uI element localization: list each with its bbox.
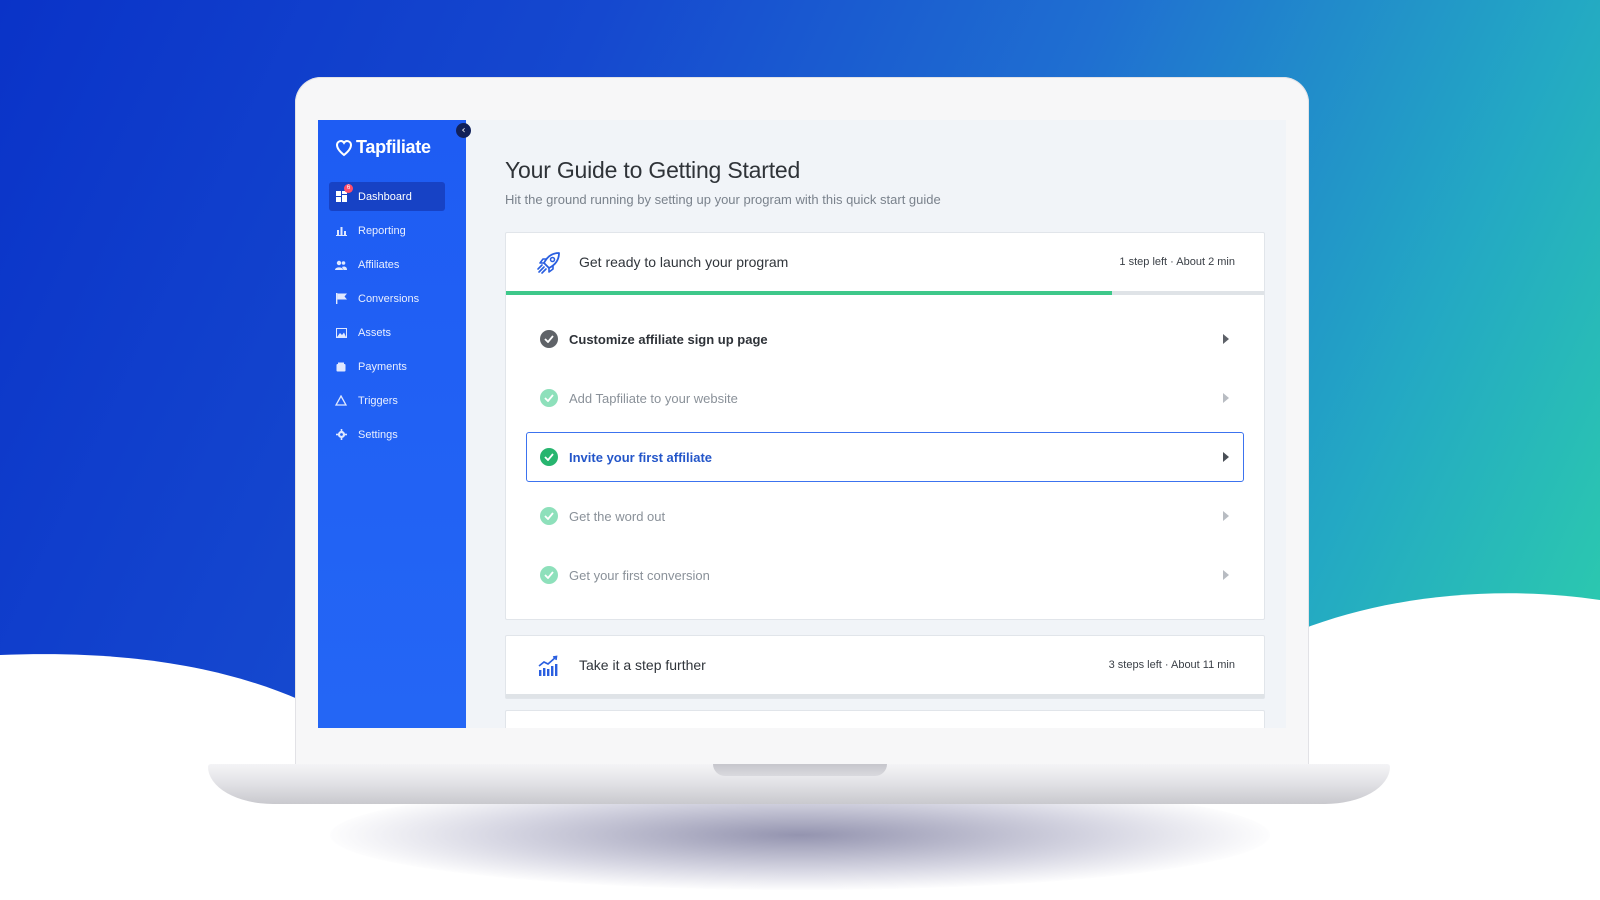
step-label: Add Tapfiliate to your website	[569, 390, 738, 406]
card-title: Take it a step further	[579, 657, 706, 673]
users-icon	[335, 259, 347, 271]
sidebar-item-label: Assets	[358, 326, 392, 339]
sidebar-item-label: Triggers	[358, 394, 398, 407]
sidebar-item-label: Affiliates	[358, 258, 400, 271]
bar-chart-icon	[335, 225, 347, 237]
card-header: Take it a step further 3 steps left · Ab…	[506, 636, 1264, 694]
sidebar-item-triggers[interactable]: Triggers	[329, 386, 445, 415]
tapfiliate-logo-icon	[335, 139, 353, 156]
app-logo[interactable]: Tapfiliate	[334, 137, 431, 158]
sidebar-item-label: Conversions	[358, 292, 420, 305]
wallet-icon	[335, 361, 347, 373]
chevron-right-icon	[1223, 393, 1229, 403]
step-add-to-website[interactable]: Add Tapfiliate to your website	[526, 373, 1244, 423]
next-section-card[interactable]	[505, 710, 1265, 728]
progress-bar	[506, 291, 1264, 295]
step-label: Customize affiliate sign up page	[569, 331, 768, 347]
rocket-icon	[536, 250, 562, 276]
check-circle-icon	[540, 330, 558, 348]
sidebar-item-affiliates[interactable]: Affiliates	[329, 250, 445, 279]
step-label: Get the word out	[569, 508, 666, 524]
progress-bar	[506, 694, 1264, 698]
chevron-right-icon	[1223, 511, 1229, 521]
logo-text: Tapfiliate	[356, 137, 431, 157]
sidebar-item-assets[interactable]: Assets	[329, 318, 445, 347]
chevron-right-icon	[1223, 334, 1229, 344]
card-meta: 1 step left · About 2 min	[1119, 256, 1235, 268]
sidebar-item-label: Payments	[358, 360, 407, 373]
page-subtitle: Hit the ground running by setting up you…	[505, 192, 941, 207]
sidebar-item-settings[interactable]: Settings	[329, 420, 445, 449]
chevron-right-icon	[1223, 570, 1229, 580]
sidebar-item-dashboard[interactable]: 6 Dashboard	[329, 182, 445, 211]
sidebar-nav: 6 Dashboard Reporting Affiliates Convers…	[329, 182, 445, 454]
image-icon	[335, 327, 347, 339]
sidebar-item-label: Settings	[358, 428, 398, 441]
card-meta: 3 steps left · About 11 min	[1108, 659, 1235, 671]
growth-chart-icon	[536, 653, 562, 679]
sidebar: Tapfiliate 6 Dashboard Reporting Affilia…	[318, 120, 466, 728]
flag-icon	[335, 293, 347, 305]
page-title: Your Guide to Getting Started	[505, 157, 801, 183]
card-title: Get ready to launch your program	[579, 254, 789, 270]
progress-fill	[506, 291, 1113, 295]
notification-badge: 6	[344, 184, 353, 193]
app-screen: Tapfiliate 6 Dashboard Reporting Affilia…	[318, 120, 1286, 728]
card-header[interactable]: Get ready to launch your program 1 step …	[506, 233, 1264, 291]
sidebar-item-conversions[interactable]: Conversions	[329, 284, 445, 313]
chevron-right-icon	[1223, 452, 1229, 462]
main-content: Your Guide to Getting Started Hit the gr…	[505, 120, 1265, 728]
step-get-word-out[interactable]: Get the word out	[526, 491, 1244, 541]
sidebar-item-payments[interactable]: Payments	[329, 352, 445, 381]
gear-icon	[335, 429, 347, 441]
step-invite-affiliate[interactable]: Invite your first affiliate	[526, 432, 1244, 482]
sidebar-item-label: Reporting	[358, 224, 406, 237]
check-circle-icon	[540, 389, 558, 407]
sidebar-item-label: Dashboard	[358, 190, 412, 203]
step-label: Get your first conversion	[569, 567, 710, 583]
sidebar-item-reporting[interactable]: Reporting	[329, 216, 445, 245]
step-label: Invite your first affiliate	[569, 449, 713, 465]
collapse-sidebar-icon[interactable]: ‹	[456, 123, 471, 138]
triangle-icon	[335, 395, 347, 407]
check-circle-icon	[540, 566, 558, 584]
step-customize-signup[interactable]: Customize affiliate sign up page	[526, 314, 1244, 364]
laptop-notch	[713, 764, 887, 776]
step-first-conversion[interactable]: Get your first conversion	[526, 550, 1244, 600]
marketing-background: Tapfiliate 6 Dashboard Reporting Affilia…	[0, 0, 1600, 900]
launch-program-card: Get ready to launch your program 1 step …	[505, 232, 1265, 620]
check-circle-icon	[540, 507, 558, 525]
step-further-card[interactable]: Take it a step further 3 steps left · Ab…	[505, 635, 1265, 699]
check-circle-icon	[540, 448, 558, 466]
